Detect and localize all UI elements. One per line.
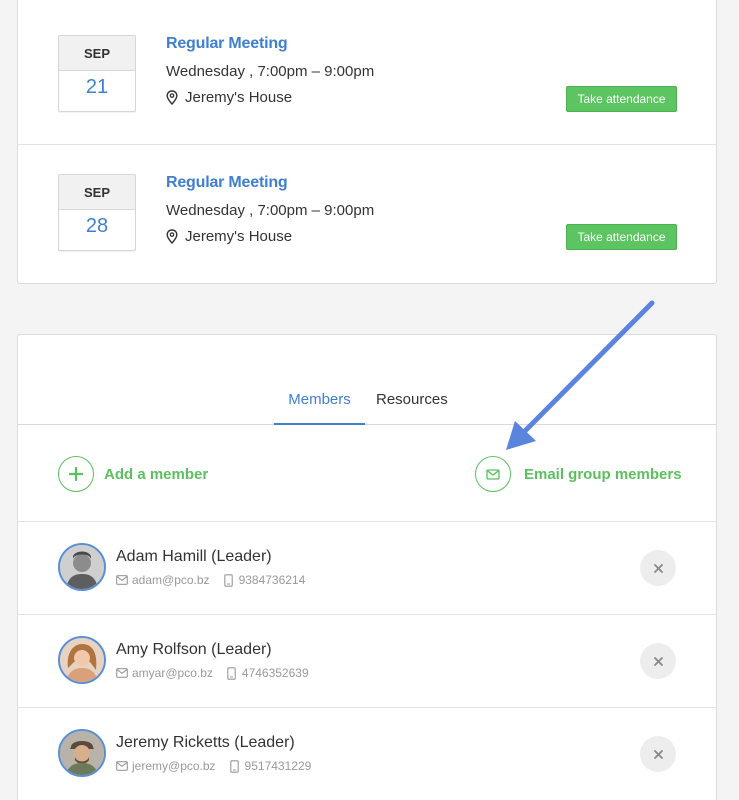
close-icon [653, 749, 663, 759]
map-pin-icon [166, 229, 178, 244]
event-title-link[interactable]: Regular Meeting [166, 174, 288, 192]
member-name[interactable]: Jeremy Ricketts (Leader) [116, 734, 295, 752]
add-member-button[interactable]: Add a member [58, 456, 208, 492]
event-item: SEP 28 Regular Meeting Wednesday , 7:00p… [18, 144, 716, 283]
event-date: SEP 21 [58, 35, 136, 112]
member-phone: 9517431229 [229, 759, 312, 773]
member-contact: adam@pco.bz 9384736214 [116, 573, 305, 587]
email-group-members-button[interactable]: Email group members [475, 456, 682, 492]
member-row: Jeremy Ricketts (Leader) jeremy@pco.bz 9… [18, 708, 716, 800]
member-phone-number[interactable]: 9517431229 [245, 759, 312, 773]
take-attendance-button[interactable]: Take attendance [566, 86, 677, 112]
avatar [58, 729, 106, 777]
remove-member-button[interactable] [640, 643, 676, 679]
mail-icon [116, 668, 128, 678]
member-phone: 9384736214 [223, 573, 306, 587]
event-location-text: Jeremy's House [185, 228, 293, 245]
plus-icon [58, 456, 94, 492]
member-phone: 4746352639 [227, 666, 309, 680]
event-location-text: Jeremy's House [185, 89, 293, 106]
take-attendance-button[interactable]: Take attendance [566, 224, 677, 250]
event-location: Jeremy's House [166, 228, 292, 245]
close-icon [653, 656, 663, 666]
members-card: Members Resources Add a member Email gro… [17, 334, 717, 800]
event-date: SEP 28 [58, 174, 136, 251]
tab-bar: Members Resources [18, 335, 716, 425]
member-row: Amy Rolfson (Leader) amyar@pco.bz 474635… [18, 615, 716, 708]
event-month: SEP [59, 36, 135, 71]
member-phone-number[interactable]: 9384736214 [239, 573, 306, 587]
event-day: 28 [85, 215, 109, 237]
member-name[interactable]: Adam Hamill (Leader) [116, 548, 272, 566]
remove-member-button[interactable] [640, 550, 676, 586]
add-member-label: Add a member [104, 465, 209, 483]
events-card: SEP 21 Regular Meeting Wednesday , 7:00p… [17, 0, 717, 284]
tab-members[interactable]: Members [274, 391, 365, 425]
remove-member-button[interactable] [640, 736, 676, 772]
member-name[interactable]: Amy Rolfson (Leader) [116, 641, 272, 659]
member-actions: Add a member Email group members [18, 425, 716, 522]
email-group-members-label: Email group members [524, 465, 682, 483]
member-email[interactable]: jeremy@pco.bz [132, 759, 216, 773]
event-item: SEP 21 Regular Meeting Wednesday , 7:00p… [18, 6, 716, 145]
phone-icon [229, 759, 239, 773]
mail-icon [475, 456, 511, 492]
mail-icon [116, 761, 128, 771]
member-row: Adam Hamill (Leader) adam@pco.bz 9384736… [18, 522, 716, 615]
mail-icon [116, 575, 128, 585]
member-email[interactable]: amyar@pco.bz [132, 666, 213, 680]
tab-resources[interactable]: Resources [376, 391, 448, 408]
event-day: 21 [85, 76, 109, 98]
avatar [58, 636, 106, 684]
event-title-link[interactable]: Regular Meeting [166, 35, 288, 53]
member-contact: amyar@pco.bz 4746352639 [116, 666, 309, 680]
event-time: Wednesday , 7:00pm – 9:00pm [166, 63, 375, 80]
event-time: Wednesday , 7:00pm – 9:00pm [166, 202, 375, 219]
map-pin-icon [166, 90, 178, 105]
close-icon [653, 563, 663, 573]
member-contact: jeremy@pco.bz 9517431229 [116, 759, 311, 773]
phone-icon [223, 573, 233, 587]
phone-icon [227, 666, 236, 680]
member-email[interactable]: adam@pco.bz [132, 573, 210, 587]
member-phone-number[interactable]: 4746352639 [242, 666, 309, 680]
event-month: SEP [59, 175, 135, 210]
avatar [58, 543, 106, 591]
event-location: Jeremy's House [166, 89, 292, 106]
